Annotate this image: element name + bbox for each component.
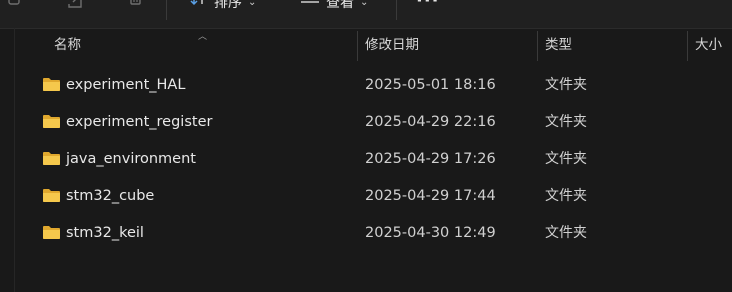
sort-icon	[190, 0, 208, 12]
sort-ascending-icon: ︿	[198, 32, 208, 42]
column-header-name[interactable]: 名称	[54, 29, 81, 61]
file-name: experiment_HAL	[66, 77, 186, 93]
file-name: stm32_cube	[66, 188, 155, 204]
list-item[interactable]: experiment_register 2025-04-29 22:16 文件夹	[0, 104, 732, 141]
chevron-down-icon: ⌄	[248, 0, 257, 8]
copy-icon[interactable]	[4, 0, 26, 10]
file-type: 文件夹	[545, 151, 587, 167]
column-header-date-modified[interactable]: 修改日期	[365, 29, 419, 61]
command-bar: 排序 ⌄ 查看 ⌄ ···	[0, 0, 732, 29]
file-date-modified: 2025-04-29 17:44	[365, 188, 496, 204]
more-options-button[interactable]: ···	[416, 0, 440, 11]
list-item[interactable]: java_environment 2025-04-29 17:26 文件夹	[0, 141, 732, 178]
column-headers: ︿ 名称 修改日期 类型 大小	[0, 29, 732, 61]
sort-label: 排序	[214, 0, 242, 11]
file-type: 文件夹	[545, 114, 587, 130]
folder-icon	[42, 151, 61, 166]
file-date-modified: 2025-04-29 22:16	[365, 114, 496, 130]
list-item[interactable]: experiment_HAL 2025-05-01 18:16 文件夹	[0, 67, 732, 104]
view-button[interactable]: 查看 ⌄	[300, 0, 368, 12]
file-date-modified: 2025-04-29 17:26	[365, 151, 496, 167]
column-header-type[interactable]: 类型	[545, 29, 572, 61]
file-name: java_environment	[66, 151, 196, 167]
list-item[interactable]: stm32_keil 2025-04-30 12:49 文件夹	[0, 215, 732, 252]
file-date-modified: 2025-05-01 18:16	[365, 77, 496, 93]
column-header-size[interactable]: 大小	[695, 29, 722, 61]
file-list: experiment_HAL 2025-05-01 18:16 文件夹 expe…	[0, 67, 732, 252]
folder-icon	[42, 114, 61, 129]
chevron-down-icon: ⌄	[360, 0, 369, 8]
sort-button[interactable]: 排序 ⌄	[190, 0, 256, 12]
file-name: experiment_register	[66, 114, 213, 130]
folder-icon	[42, 77, 61, 92]
view-icon	[300, 0, 320, 11]
column-divider[interactable]	[537, 31, 538, 61]
view-label: 查看	[326, 0, 354, 11]
delete-icon[interactable]	[124, 0, 146, 10]
file-name: stm32_keil	[66, 225, 144, 241]
list-item[interactable]: stm32_cube 2025-04-29 17:44 文件夹	[0, 178, 732, 215]
toolbar-separator	[396, 0, 397, 20]
file-explorer: 排序 ⌄ 查看 ⌄ ··· ︿ 名称 修改日期 类型 大小 experiment	[0, 0, 732, 292]
folder-icon	[42, 188, 61, 203]
folder-icon	[42, 225, 61, 240]
file-type: 文件夹	[545, 77, 587, 93]
toolbar-separator	[166, 0, 167, 20]
share-icon[interactable]	[64, 0, 86, 10]
column-divider[interactable]	[357, 31, 358, 61]
column-divider[interactable]	[687, 31, 688, 61]
file-type: 文件夹	[545, 225, 587, 241]
file-date-modified: 2025-04-30 12:49	[365, 225, 496, 241]
file-type: 文件夹	[545, 188, 587, 204]
